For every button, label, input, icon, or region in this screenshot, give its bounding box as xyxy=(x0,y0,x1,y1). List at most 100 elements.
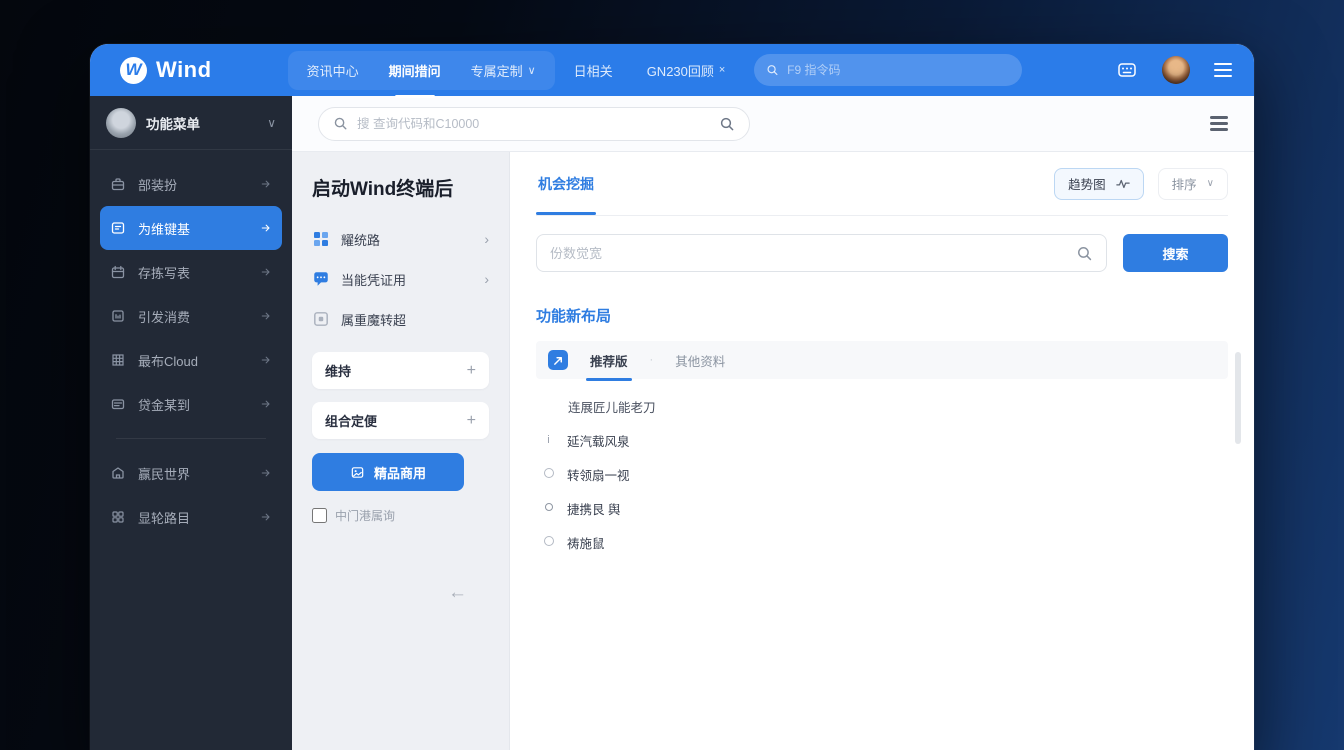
sidebar-item-label: 显轮路目 xyxy=(138,510,191,526)
dont-show-again-row[interactable]: 中门港属询 xyxy=(312,507,489,524)
trend-pill[interactable]: 趋势图 xyxy=(1054,167,1144,200)
home-box-icon xyxy=(112,467,124,479)
list-item-2[interactable]: 转领扇一视 xyxy=(542,457,1228,491)
panel-tab-other[interactable]: 其他资料 xyxy=(671,351,729,370)
topbar-search[interactable] xyxy=(754,54,1023,86)
search-icon[interactable] xyxy=(719,116,735,132)
sidebar-header[interactable]: 功能菜单 ∨ xyxy=(90,96,292,150)
nav-item-daily[interactable]: 日相关 xyxy=(559,53,628,88)
launcher-card-0[interactable]: 维持 + xyxy=(312,352,489,389)
square-dot-icon xyxy=(314,312,328,326)
info-icon: i xyxy=(547,434,550,446)
panel-tab-bar: 推荐版 · 其他资料 xyxy=(536,341,1228,381)
header-search-input[interactable] xyxy=(357,116,710,131)
plus-icon[interactable]: + xyxy=(467,362,476,380)
close-icon[interactable]: × xyxy=(719,64,725,76)
content-search[interactable] xyxy=(536,234,1107,272)
launch-arrow-icon xyxy=(548,350,568,370)
nav-item-label: 日相关 xyxy=(573,63,613,79)
chevron-down-icon: ∨ xyxy=(527,64,536,77)
nav-item-label: 期间措问 xyxy=(388,63,441,79)
sort-dropdown[interactable]: 排序 ∨ xyxy=(1157,167,1228,200)
list-item-1[interactable]: i 延汽载风泉 xyxy=(542,423,1228,457)
brand-logo[interactable]: W Wind xyxy=(120,56,212,84)
sidebar-divider xyxy=(116,438,266,439)
launcher-item-label: 当能凭证用 xyxy=(341,272,407,288)
search-button[interactable]: 搜索 xyxy=(1123,234,1228,272)
launcher-item-label: 属重魔转超 xyxy=(341,312,407,328)
app-window: W Wind 资讯中心 期间措问 专属定制 ∨ 日相关 GN230回顾 × F9… xyxy=(90,44,1254,750)
brand-name: Wind xyxy=(156,57,212,82)
search-icon xyxy=(767,65,778,76)
result-list: 连展匠儿能老刀 i 延汽载风泉 转领扇一视 捷携艮 舆 祷施鼠 xyxy=(536,379,1228,559)
arrow-right-icon xyxy=(261,224,270,232)
tab-bar-actions: 趋势图 排序 ∨ xyxy=(1054,167,1228,200)
arrow-right-icon xyxy=(261,356,270,364)
sidebar-item-1-active[interactable]: 为维键基 xyxy=(100,206,282,250)
launcher-card-label: 维持 xyxy=(325,364,352,379)
arrow-right-icon xyxy=(261,312,270,320)
keyboard-icon[interactable] xyxy=(1116,59,1138,81)
list-item-label: 延汽载风泉 xyxy=(567,434,630,449)
sidebar-item-label: 部装扮 xyxy=(138,177,178,193)
sidebar-item-6[interactable]: 赢民世界 xyxy=(100,451,282,495)
chart-box-icon xyxy=(112,310,124,322)
nav-item-label: 专属定制 xyxy=(470,63,523,79)
list-item-label: 祷施鼠 xyxy=(567,536,605,551)
back-arrow-icon[interactable]: ← xyxy=(448,582,467,604)
launcher-item-2[interactable]: 属重魔转超 xyxy=(312,299,489,339)
arrow-right-icon xyxy=(261,469,270,477)
list-item-label: 捷携艮 舆 xyxy=(567,502,621,517)
launcher-item-label: 耀统路 xyxy=(341,232,381,248)
sidebar-item-4[interactable]: 最布Cloud xyxy=(100,338,282,382)
section-title: 功能新布局 xyxy=(536,308,612,325)
tab-separator: · xyxy=(649,354,654,366)
search-icon xyxy=(334,117,347,130)
nav-item-news-center[interactable]: 资讯中心 xyxy=(292,53,374,88)
launcher-card-1[interactable]: 组合定便 + xyxy=(312,402,489,439)
header-menu-icon[interactable] xyxy=(1210,116,1228,131)
featured-apps-label: 精品商用 xyxy=(373,465,426,481)
content-search-input[interactable] xyxy=(550,245,1067,261)
grid-blue-icon xyxy=(314,232,328,246)
wind-logo-icon: W xyxy=(120,56,147,84)
nav-tab-closable[interactable]: GN230回顾 × xyxy=(632,53,741,88)
search-icon[interactable] xyxy=(1076,245,1093,262)
grid-icon xyxy=(112,354,124,366)
list-item-4[interactable]: 祷施鼠 xyxy=(542,525,1228,559)
sidebar-item-0[interactable]: 部装扮 xyxy=(100,162,282,206)
launcher-item-0[interactable]: 耀统路 › xyxy=(312,219,489,259)
list-item-3[interactable]: 捷携艮 舆 xyxy=(542,491,1228,525)
nav-item-custom[interactable]: 专属定制 ∨ xyxy=(456,53,551,88)
circle-icon xyxy=(542,502,555,514)
top-nav: 资讯中心 期间措问 专属定制 ∨ 日相关 GN230回顾 × xyxy=(287,50,741,90)
plus-icon[interactable]: + xyxy=(467,412,476,430)
scrollbar-thumb[interactable] xyxy=(1235,352,1241,444)
sidebar-item-5[interactable]: 贷金某到 xyxy=(100,382,282,426)
sidebar-item-label: 赢民世界 xyxy=(138,466,191,482)
launcher-item-1[interactable]: 当能凭证用 › xyxy=(312,259,489,299)
dont-show-again-checkbox[interactable] xyxy=(312,508,327,523)
tab-opportunity[interactable]: 机会挖掘 xyxy=(536,174,596,215)
briefcase-icon xyxy=(111,178,125,191)
featured-apps-button[interactable]: 精品商用 xyxy=(312,453,464,491)
sidebar-item-label: 为维键基 xyxy=(138,221,191,237)
header-search[interactable] xyxy=(318,106,750,141)
chevron-down-icon: ∨ xyxy=(1206,178,1214,189)
main-header xyxy=(292,96,1254,152)
sidebar-item-3[interactable]: 引发消费 xyxy=(100,294,282,338)
user-avatar[interactable] xyxy=(1162,56,1190,84)
content-panel: 机会挖掘 趋势图 排序 ∨ 份数觉宽 搜索 功能新布局 推荐版 · 其他资料 连… xyxy=(510,152,1254,750)
chat-icon xyxy=(314,272,328,286)
hamburger-menu-icon[interactable] xyxy=(1214,62,1232,78)
topbar-search-input[interactable] xyxy=(787,63,1011,77)
panel-tab-recommended[interactable]: 推荐版 xyxy=(586,351,632,381)
content-search-row: 搜索 xyxy=(536,234,1228,272)
list-item-label: 连展匠儿能老刀 xyxy=(568,400,656,415)
list-item-0[interactable]: 连展匠儿能老刀 xyxy=(542,389,1228,423)
sidebar-item-7[interactable]: 显轮路目 xyxy=(100,495,282,539)
nav-item-period[interactable]: 期间措问 xyxy=(374,53,456,88)
sidebar-item-2[interactable]: 存拣写表 xyxy=(100,250,282,294)
arrow-right-icon xyxy=(261,268,270,276)
sidebar-avatar xyxy=(106,107,136,138)
